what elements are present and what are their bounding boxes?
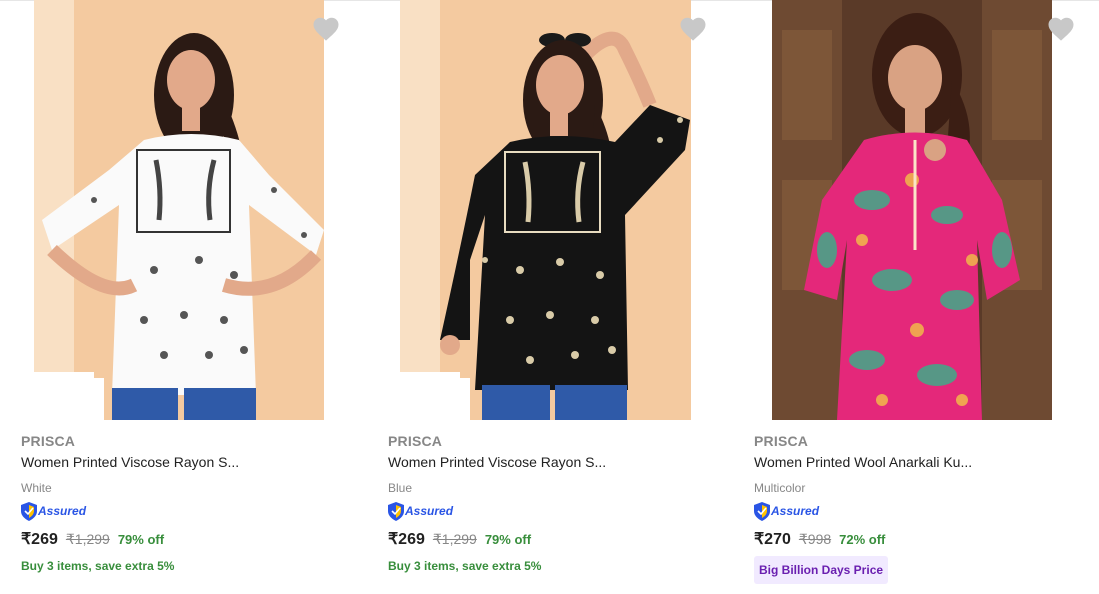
product-image[interactable]	[400, 0, 691, 420]
discount-percent: 72% off	[839, 532, 886, 547]
price-row: ₹270 ₹998 72% off	[754, 529, 885, 549]
heart-icon[interactable]	[311, 14, 341, 44]
product-title[interactable]: Women Printed Viscose Rayon S...	[388, 454, 606, 470]
heart-icon[interactable]	[1046, 14, 1076, 44]
assured-shield-icon	[388, 501, 404, 521]
product-image[interactable]	[34, 0, 324, 420]
bundle-offer: Buy 3 items, save extra 5%	[388, 559, 542, 573]
selling-price: ₹269	[388, 531, 425, 548]
assured-badge: Assured	[754, 501, 819, 521]
heart-icon[interactable]	[678, 14, 708, 44]
discount-percent: 79% off	[117, 532, 165, 547]
product-color: White	[21, 481, 52, 495]
assured-shield-icon	[754, 501, 770, 521]
product-title[interactable]: Women Printed Wool Anarkali Ku...	[754, 454, 972, 470]
assured-badge: Assured	[21, 501, 86, 521]
product-title[interactable]: Women Printed Viscose Rayon S...	[21, 454, 239, 470]
product-brand: PRISCA	[21, 433, 76, 449]
selling-price: ₹270	[754, 531, 791, 548]
discount-percent: 79% off	[484, 532, 532, 547]
product-card[interactable]: PRISCA Women Printed Viscose Rayon S... …	[367, 0, 707, 594]
selling-price: ₹269	[21, 531, 58, 548]
product-color: Multicolor	[754, 481, 806, 495]
product-card[interactable]: PRISCA Women Printed Wool Anarkali Ku...…	[733, 0, 1076, 594]
assured-label: Assured	[771, 504, 820, 518]
product-image[interactable]	[772, 0, 1052, 420]
assured-label: Assured	[38, 504, 87, 518]
big-billion-days-badge: Big Billion Days Price	[754, 556, 889, 584]
original-price: ₹998	[798, 531, 832, 547]
original-price: ₹1,299	[432, 531, 477, 547]
product-color: Blue	[388, 481, 413, 495]
product-card[interactable]: PRISCA Women Printed Viscose Rayon S... …	[0, 0, 340, 594]
product-brand: PRISCA	[388, 433, 443, 449]
assured-label: Assured	[405, 504, 454, 518]
price-row: ₹269 ₹1,299 79% off	[388, 529, 531, 549]
original-price: ₹1,299	[65, 531, 110, 547]
product-brand: PRISCA	[754, 433, 809, 449]
bundle-offer: Buy 3 items, save extra 5%	[21, 559, 175, 573]
assured-badge: Assured	[388, 501, 453, 521]
price-row: ₹269 ₹1,299 79% off	[21, 529, 164, 549]
assured-shield-icon	[21, 501, 37, 521]
